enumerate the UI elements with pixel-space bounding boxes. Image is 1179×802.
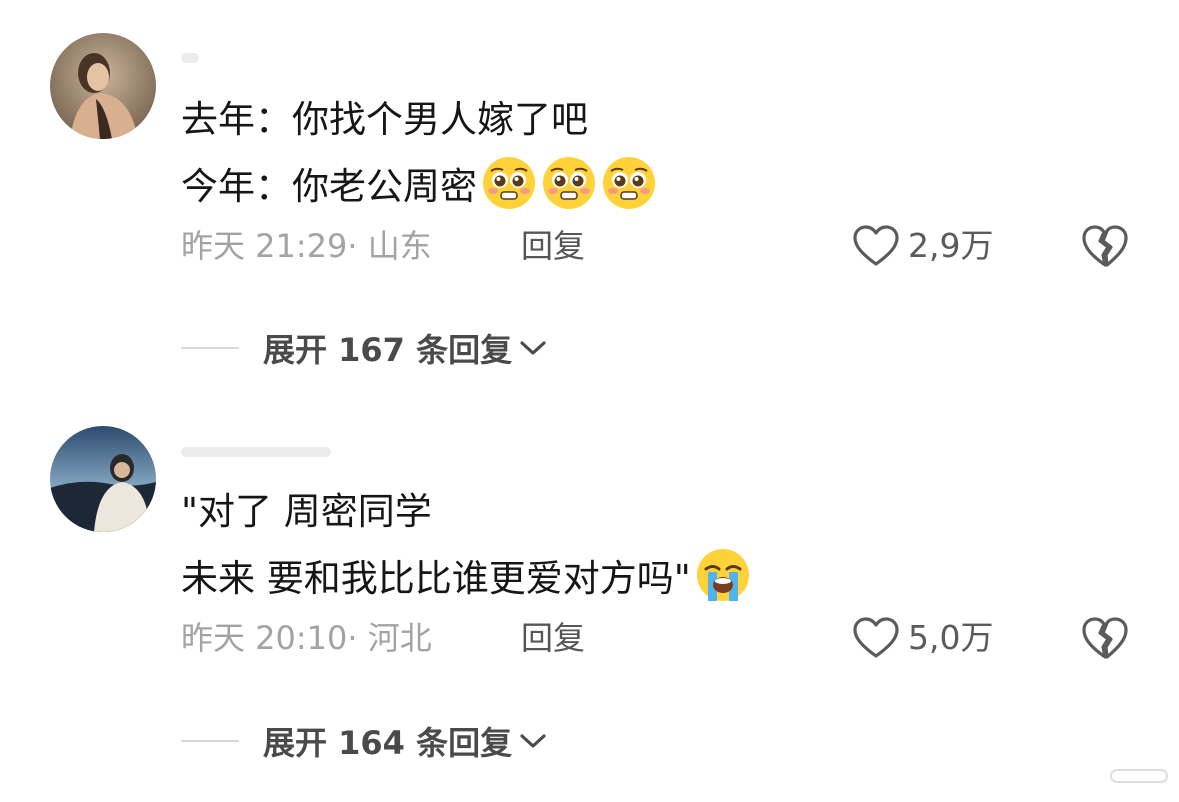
watermark-logo [1110, 769, 1168, 783]
loudly-crying-face-icon [695, 547, 751, 603]
expand-replies-label: 展开 164 条回复 [263, 724, 513, 762]
comment-text-line: 去年：你找个男人嫁了吧 [181, 98, 588, 141]
like-button[interactable]: 5,0万 [852, 616, 993, 660]
timestamp: 昨天 20:10 [181, 619, 348, 657]
like-button[interactable]: 2,9万 [852, 224, 993, 268]
expand-replies-label: 展开 167 条回复 [263, 331, 513, 369]
like-count: 5,0万 [908, 618, 994, 657]
dislike-button[interactable] [1080, 615, 1130, 661]
username[interactable] [181, 42, 199, 72]
divider [181, 347, 239, 349]
comment-meta: 昨天 20:10· 河北 [181, 618, 432, 658]
avatar[interactable] [50, 33, 156, 139]
pleading-face-icon [541, 155, 597, 211]
dislike-button[interactable] [1080, 223, 1130, 269]
reply-button[interactable]: 回复 [521, 226, 585, 266]
comment-item: "对了 周密同学 未来 要和我比比谁更爱对方吗" 昨天 20:10· 河北 回复… [0, 400, 1179, 802]
pleading-face-icon [481, 155, 537, 211]
chevron-down-icon [520, 341, 546, 355]
location: · 山东 [347, 227, 432, 265]
comment-text-span: 今年：你老公周密 [181, 165, 477, 208]
username-redacted [181, 446, 331, 457]
comment-text-line: 今年：你老公周密 [181, 155, 657, 211]
heart-icon [853, 225, 899, 266]
expand-replies[interactable]: 展开 164 条回复 [181, 721, 548, 762]
pleading-face-icon [601, 155, 657, 211]
username[interactable] [181, 436, 331, 466]
broken-heart-icon [1082, 225, 1128, 267]
reply-button[interactable]: 回复 [521, 618, 585, 658]
location: · 河北 [347, 619, 432, 657]
heart-icon [853, 617, 899, 658]
comment-item: 去年：你找个男人嫁了吧 今年：你老公周密 昨天 21:29· 山东 回复 2,9… [0, 0, 1179, 400]
divider [181, 740, 239, 742]
comment-text-line: "对了 周密同学 [181, 490, 432, 533]
timestamp: 昨天 21:29 [181, 227, 348, 265]
username-redacted [181, 52, 199, 63]
expand-replies[interactable]: 展开 167 条回复 [181, 328, 548, 369]
broken-heart-icon [1082, 617, 1128, 659]
chevron-down-icon [520, 734, 546, 748]
avatar[interactable] [50, 426, 156, 532]
like-count: 2,9万 [908, 226, 994, 265]
comment-meta: 昨天 21:29· 山东 [181, 226, 432, 266]
comment-text-span: 未来 要和我比比谁更爱对方吗" [181, 557, 691, 600]
comment-text-line: 未来 要和我比比谁更爱对方吗" [181, 547, 751, 603]
